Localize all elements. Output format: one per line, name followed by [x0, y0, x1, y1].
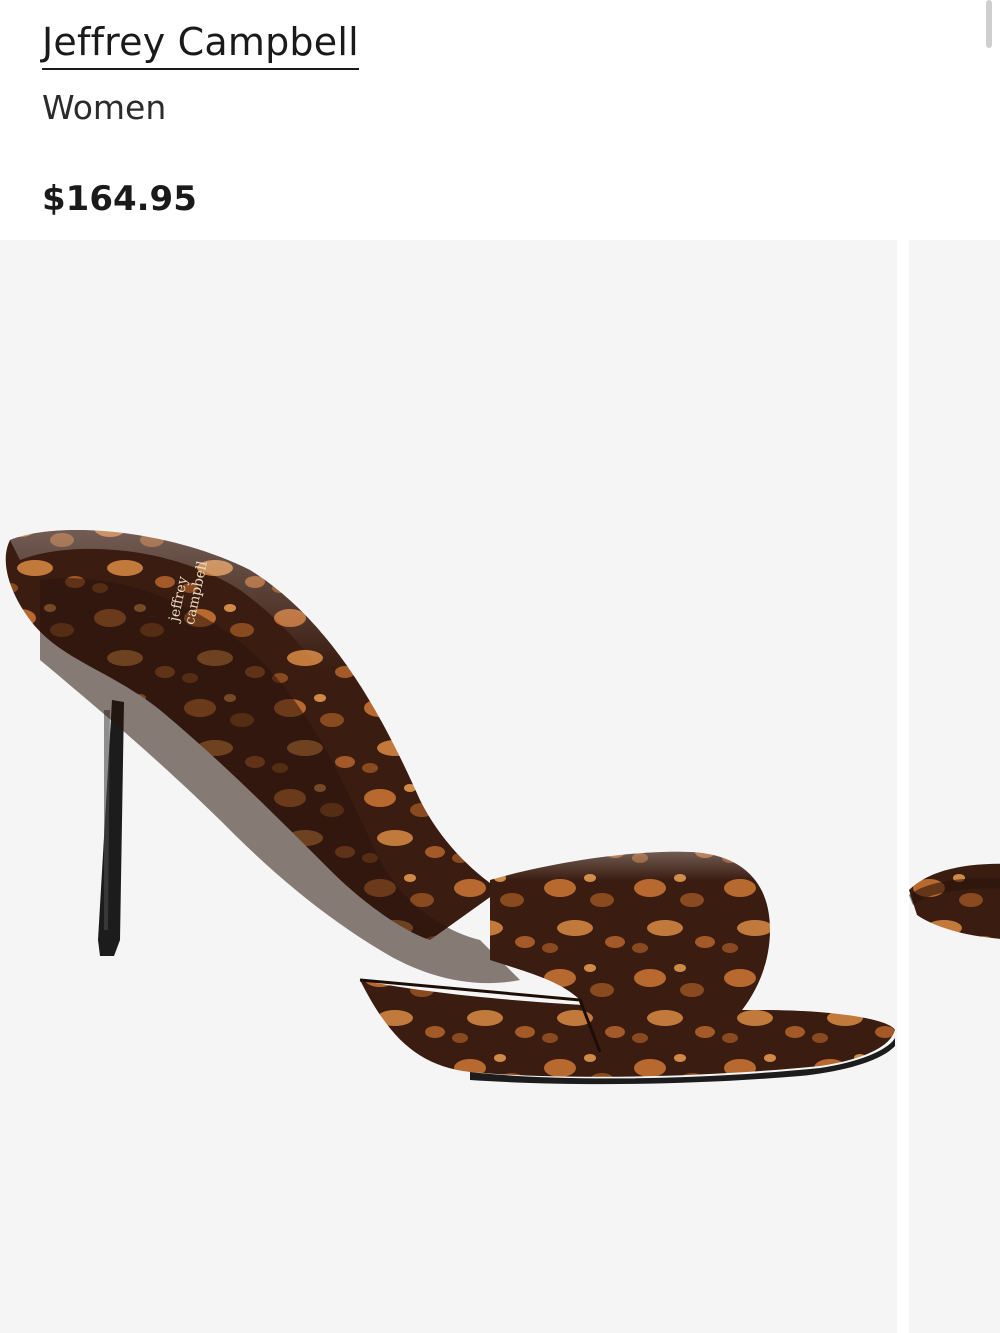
scrollbar[interactable]: [986, 0, 992, 48]
brand-link[interactable]: Jeffrey Campbell: [42, 18, 359, 70]
gallery-slide-1[interactable]: jeffrey campbell: [0, 240, 897, 1333]
image-gallery[interactable]: jeffrey campbell: [0, 240, 1000, 1333]
product-image-tortoiseshell-mule: jeffrey campbell: [5, 530, 895, 1085]
product-price: $164.95: [42, 179, 197, 219]
product-category: Women: [42, 88, 167, 127]
gallery-slide-2[interactable]: [909, 240, 1000, 1333]
product-image-next-preview: [909, 863, 1000, 939]
